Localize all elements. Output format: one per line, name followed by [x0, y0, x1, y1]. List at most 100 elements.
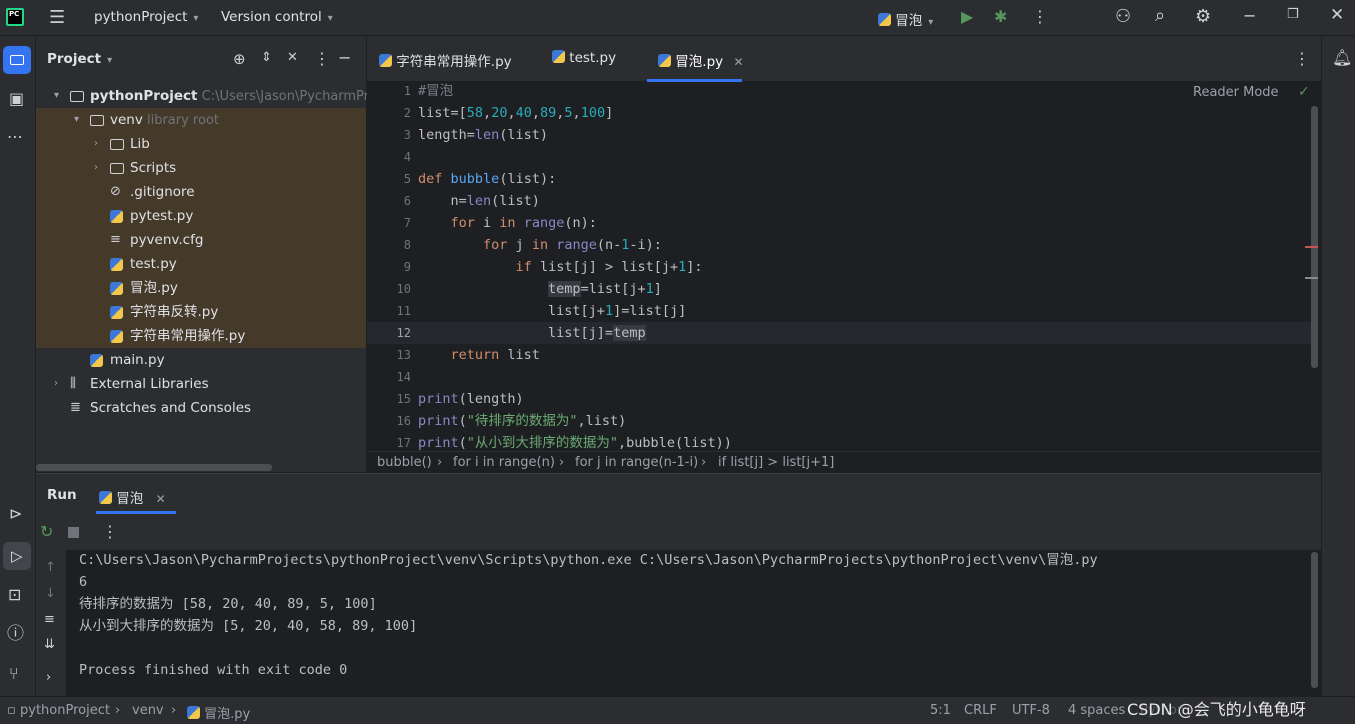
- tab-options-icon[interactable]: ⋮: [1294, 51, 1310, 67]
- expand-icon[interactable]: ›: [46, 671, 51, 684]
- more-actions-icon[interactable]: ⋮: [1032, 9, 1048, 25]
- horizontal-scrollbar[interactable]: [36, 464, 272, 471]
- code-line-11[interactable]: list[j+1]=list[j]: [418, 300, 686, 322]
- tree-item[interactable]: 冒泡.py: [36, 276, 366, 300]
- tree-item[interactable]: pytest.py: [36, 204, 366, 228]
- scroll-to-end-icon[interactable]: ⇊: [44, 638, 55, 651]
- run-icon[interactable]: ▶: [961, 9, 973, 25]
- chevron-right-icon[interactable]: ›: [54, 372, 58, 396]
- code-line-1[interactable]: #冒泡: [418, 80, 453, 102]
- tree-item[interactable]: ⊘ .gitignore: [36, 180, 366, 204]
- terminal-icon[interactable]: ⊡: [8, 587, 21, 603]
- close-tab-icon[interactable]: ✕: [733, 55, 743, 69]
- breadcrumb-for-i[interactable]: for i in range(n): [453, 455, 555, 470]
- tree-item[interactable]: ▾ pythonProject C:\Users\Jason\PycharmPro…: [36, 84, 388, 108]
- tree-item[interactable]: › Scripts: [36, 156, 366, 180]
- code-line-9[interactable]: if list[j] > list[j+1]:: [418, 256, 703, 278]
- code-line-8[interactable]: for j in range(n-1-i):: [418, 234, 662, 256]
- run-tab-bubble[interactable]: 冒泡 ✕: [99, 487, 166, 507]
- tree-item[interactable]: ≡ pyvenv.cfg: [36, 228, 366, 252]
- indent-setting[interactable]: 4 spaces: [1068, 703, 1125, 718]
- status-path-project[interactable]: pythonProject: [20, 703, 110, 718]
- stop-icon[interactable]: [68, 527, 79, 538]
- inspection-ok-icon[interactable]: ✓: [1298, 84, 1310, 100]
- code-line-6[interactable]: n=len(list): [418, 190, 540, 212]
- code-line-10[interactable]: temp=list[j+1]: [418, 278, 662, 300]
- reader-mode-toggle[interactable]: Reader Mode: [1193, 85, 1279, 100]
- soft-wrap-icon[interactable]: ≡: [44, 613, 55, 626]
- code-line-17[interactable]: print("从小到大排序的数据为",bubble(list)): [418, 432, 732, 451]
- close-run-tab-icon[interactable]: ✕: [156, 492, 166, 506]
- stripe-marker[interactable]: [1305, 277, 1318, 279]
- run-config-selector[interactable]: 冒泡 ▾: [878, 9, 933, 29]
- code-line-15[interactable]: print(length): [418, 388, 524, 410]
- restore-icon[interactable]: ❐: [1287, 8, 1299, 21]
- status-path-venv[interactable]: venv: [132, 703, 164, 718]
- locate-icon[interactable]: ⊕: [233, 52, 246, 67]
- project-tool-icon[interactable]: [3, 46, 31, 74]
- search-icon[interactable]: ⌕: [1155, 7, 1165, 25]
- breadcrumb-function[interactable]: bubble(): [377, 455, 432, 470]
- tree-item[interactable]: test.py: [36, 252, 366, 276]
- rerun-icon[interactable]: ↻: [40, 524, 53, 540]
- tree-item-label: pythonProject C:\Users\Jason\PycharmProj…: [90, 88, 389, 104]
- code-line-2[interactable]: list=[58,20,40,89,5,100]: [418, 102, 613, 124]
- tree-item[interactable]: ▾ venv library root: [36, 108, 366, 132]
- debug-icon[interactable]: ✱: [994, 9, 1007, 25]
- chevron-right-icon[interactable]: ›: [94, 156, 98, 180]
- collapse-all-icon[interactable]: ✕: [287, 51, 298, 64]
- code-line-7[interactable]: for i in range(n):: [418, 212, 597, 234]
- tree-item[interactable]: ≣ Scratches and Consoles: [36, 396, 366, 420]
- project-widget[interactable]: pythonProject ▾: [94, 9, 198, 25]
- settings-gear-icon[interactable]: ⚙: [1195, 8, 1211, 26]
- tree-item[interactable]: main.py: [36, 348, 366, 372]
- python-file-icon: [99, 491, 112, 504]
- minimize-icon[interactable]: −: [1243, 8, 1256, 24]
- run-tool-icon[interactable]: ▷: [3, 542, 31, 570]
- code-line-16[interactable]: print("待排序的数据为",list): [418, 410, 626, 432]
- hide-panel-icon[interactable]: −: [338, 50, 351, 66]
- scroll-up-icon[interactable]: ↑: [45, 561, 56, 574]
- scroll-down-icon[interactable]: ↓: [45, 587, 56, 600]
- code-line-12[interactable]: list[j]=temp: [418, 322, 646, 344]
- python-file-icon: [552, 50, 565, 63]
- structure-icon[interactable]: ▣: [9, 91, 24, 107]
- tab-bubble[interactable]: 冒泡.py ✕: [658, 50, 744, 70]
- code-line-3[interactable]: length=len(list): [418, 124, 548, 146]
- main-menu-icon[interactable]: ☰: [49, 9, 65, 27]
- vcs-widget[interactable]: Version control ▾: [221, 9, 333, 25]
- line-separator[interactable]: CRLF: [964, 703, 997, 718]
- file-encoding[interactable]: UTF-8: [1012, 703, 1050, 718]
- editor-vertical-scrollbar[interactable]: [1311, 106, 1318, 368]
- add-user-icon[interactable]: ⚇: [1115, 8, 1131, 26]
- breadcrumb-for-j[interactable]: for j in range(n-1-i): [575, 455, 698, 470]
- services-icon[interactable]: ⊳: [9, 506, 22, 522]
- close-window-icon[interactable]: ✕: [1330, 7, 1344, 24]
- tree-item[interactable]: › ⫼ External Libraries: [36, 372, 366, 396]
- error-stripe-marker[interactable]: [1305, 246, 1318, 248]
- tree-item[interactable]: › Lib: [36, 132, 366, 156]
- tab-string-ops[interactable]: 字符串常用操作.py: [379, 50, 512, 70]
- code-line-5[interactable]: def bubble(list):: [418, 168, 556, 190]
- chevron-right-icon[interactable]: ›: [94, 132, 98, 156]
- project-panel-title[interactable]: Project ▾: [47, 51, 112, 67]
- caret-position[interactable]: 5:1: [930, 703, 951, 718]
- problems-icon[interactable]: ⓘ: [7, 626, 24, 643]
- chevron-down-icon[interactable]: ▾: [54, 84, 59, 108]
- run-panel-title[interactable]: Run: [47, 487, 77, 503]
- status-path-file[interactable]: 冒泡.py: [187, 703, 250, 722]
- notifications-bell-icon[interactable]: 🔔︎: [1332, 50, 1352, 66]
- git-icon[interactable]: ⑂: [9, 666, 19, 682]
- run-more-icon[interactable]: ⋮: [102, 524, 118, 540]
- pycharm-logo-icon[interactable]: PC: [6, 8, 24, 26]
- expand-collapse-icon[interactable]: ⇕: [261, 51, 272, 64]
- chevron-down-icon[interactable]: ▾: [74, 108, 79, 132]
- breadcrumb-if[interactable]: if list[j] > list[j+1]: [718, 455, 834, 470]
- tree-item[interactable]: 字符串常用操作.py: [36, 324, 366, 348]
- tab-test[interactable]: test.py: [552, 50, 616, 66]
- tree-item[interactable]: 字符串反转.py: [36, 300, 366, 324]
- options-icon[interactable]: ⋮: [314, 51, 330, 67]
- more-tools-icon[interactable]: ⋯: [7, 129, 23, 145]
- code-line-13[interactable]: return list: [418, 344, 540, 366]
- run-vertical-scrollbar[interactable]: [1311, 552, 1318, 688]
